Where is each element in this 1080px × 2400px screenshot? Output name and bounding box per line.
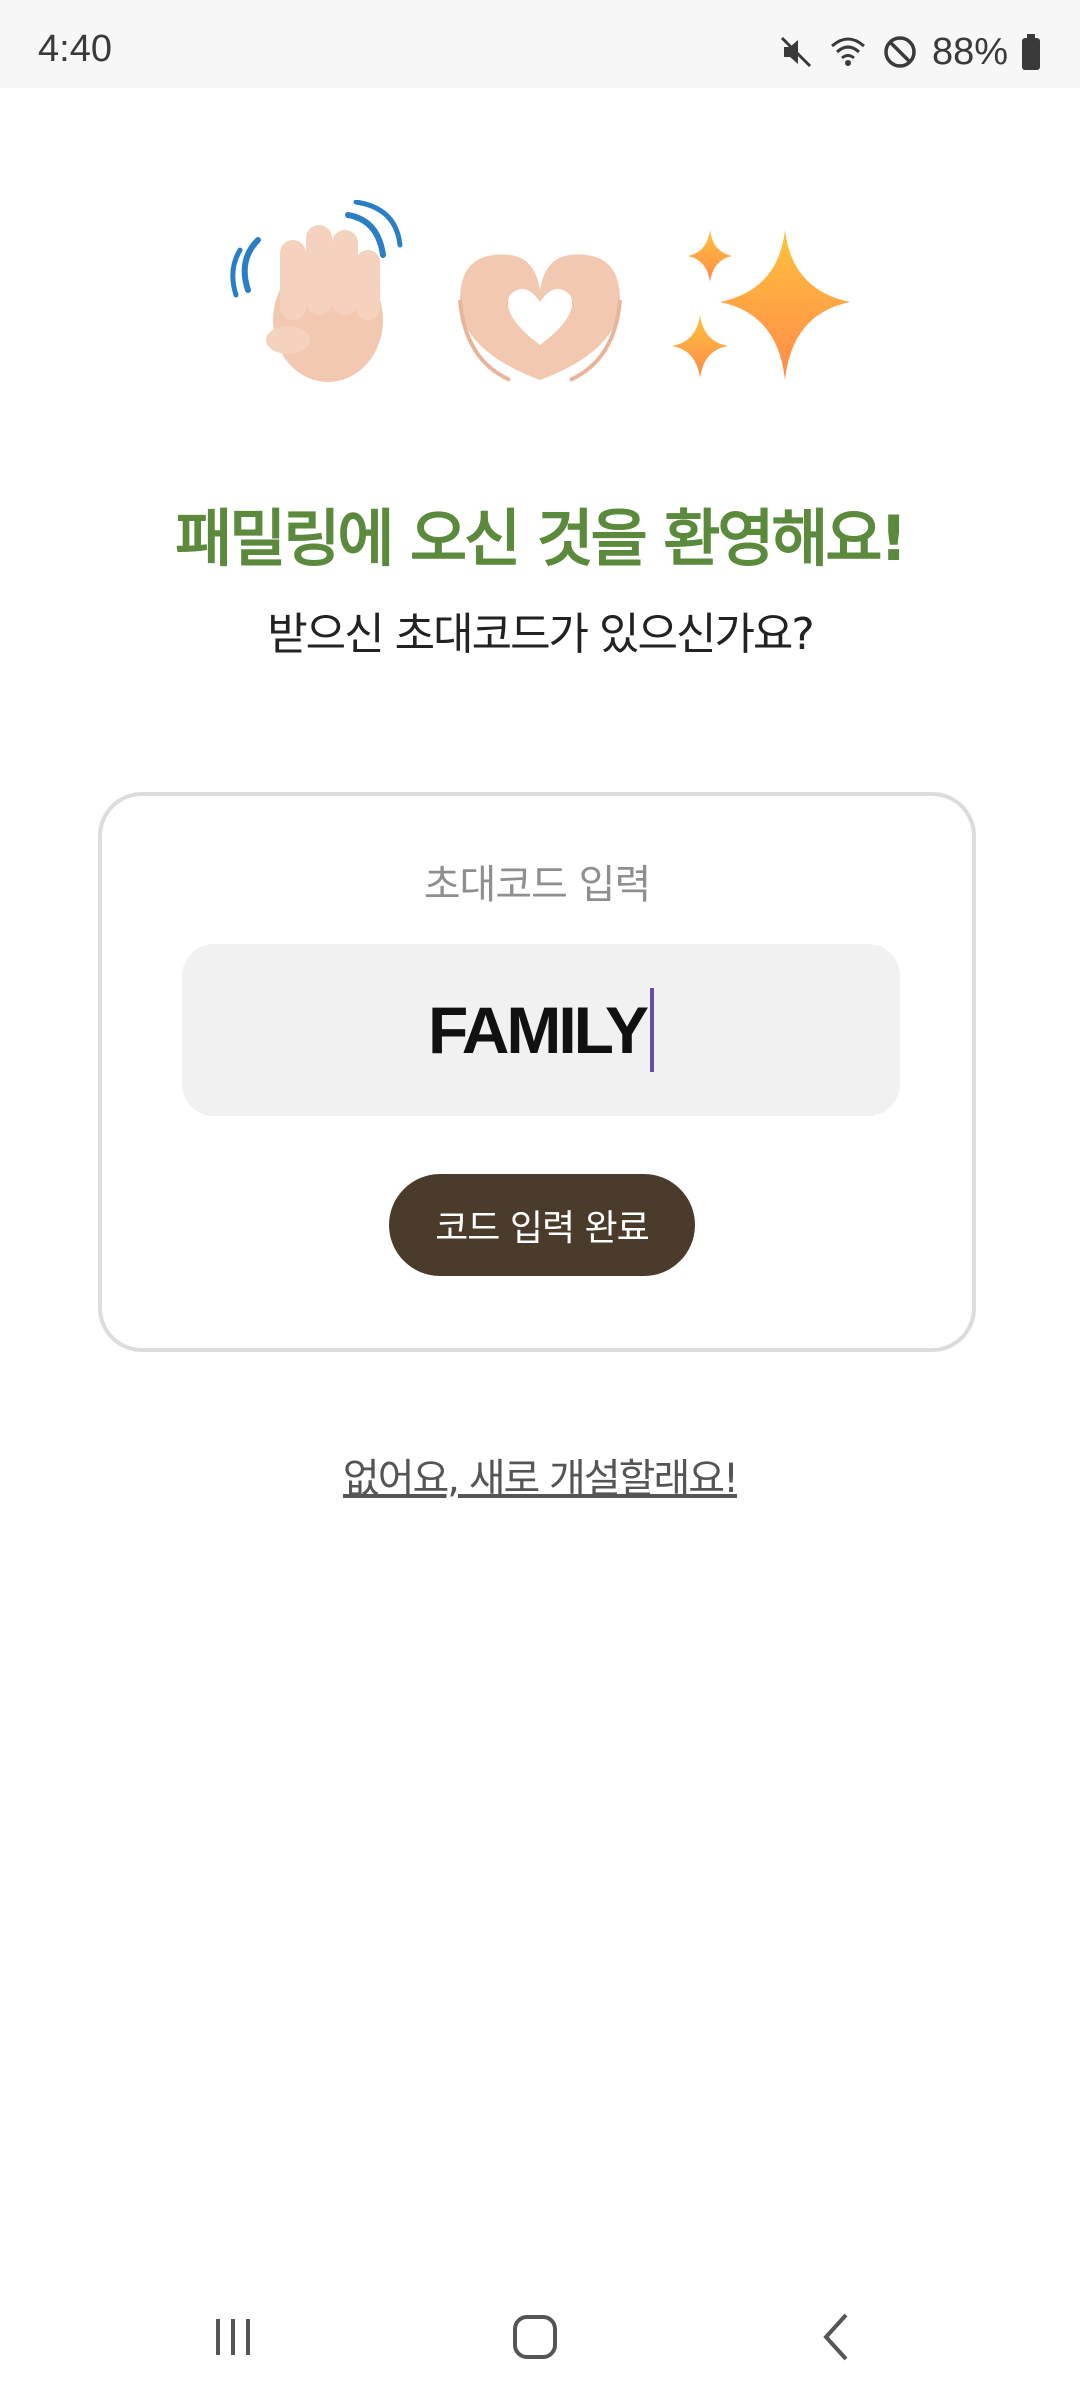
- welcome-subtitle: 받으신 초대코드가 있으신가요?: [267, 609, 815, 660]
- navigation-bar: [0, 2272, 1080, 2400]
- recent-apps-button[interactable]: [173, 2292, 293, 2382]
- waving-hand-icon: [230, 200, 403, 382]
- create-new-family-link[interactable]: 없어요, 새로 개설할래요!: [0, 1446, 1080, 1504]
- home-icon: [513, 2315, 557, 2359]
- invite-code-value: FAMILY: [428, 993, 649, 1067]
- emoji-row: [0, 200, 1080, 400]
- status-icons: 88%: [776, 30, 1042, 74]
- back-icon: [823, 2313, 848, 2361]
- invite-code-card: 초대코드 입력 FAMILY 코드 입력 완료: [98, 792, 976, 1352]
- home-button[interactable]: [475, 2292, 595, 2382]
- sparkles-icon: [672, 230, 850, 380]
- status-time: 4:40: [38, 28, 112, 70]
- back-button[interactable]: [778, 2292, 898, 2382]
- recent-apps-icon: [216, 2319, 250, 2355]
- screen: 4:40 88% 패밀링에 오신 것을 환영해요! 받으신 초대코드가 있으신가…: [0, 0, 1080, 2400]
- do-not-disturb-icon: [884, 36, 916, 68]
- battery-icon: [1022, 34, 1040, 70]
- battery-percent: 88%: [931, 30, 1008, 73]
- text-caret: [649, 988, 654, 1072]
- status-bar: 4:40 88%: [0, 0, 1080, 88]
- submit-code-button[interactable]: 코드 입력 완료: [389, 1174, 695, 1276]
- wifi-icon: [830, 37, 865, 66]
- invite-code-input[interactable]: FAMILY: [182, 944, 900, 1116]
- heart-hands-icon: [458, 254, 622, 382]
- invite-code-label: 초대코드 입력: [423, 862, 652, 908]
- welcome-title: 패밀링에 오신 것을 환영해요!: [175, 502, 908, 575]
- mute-icon: [780, 36, 811, 68]
